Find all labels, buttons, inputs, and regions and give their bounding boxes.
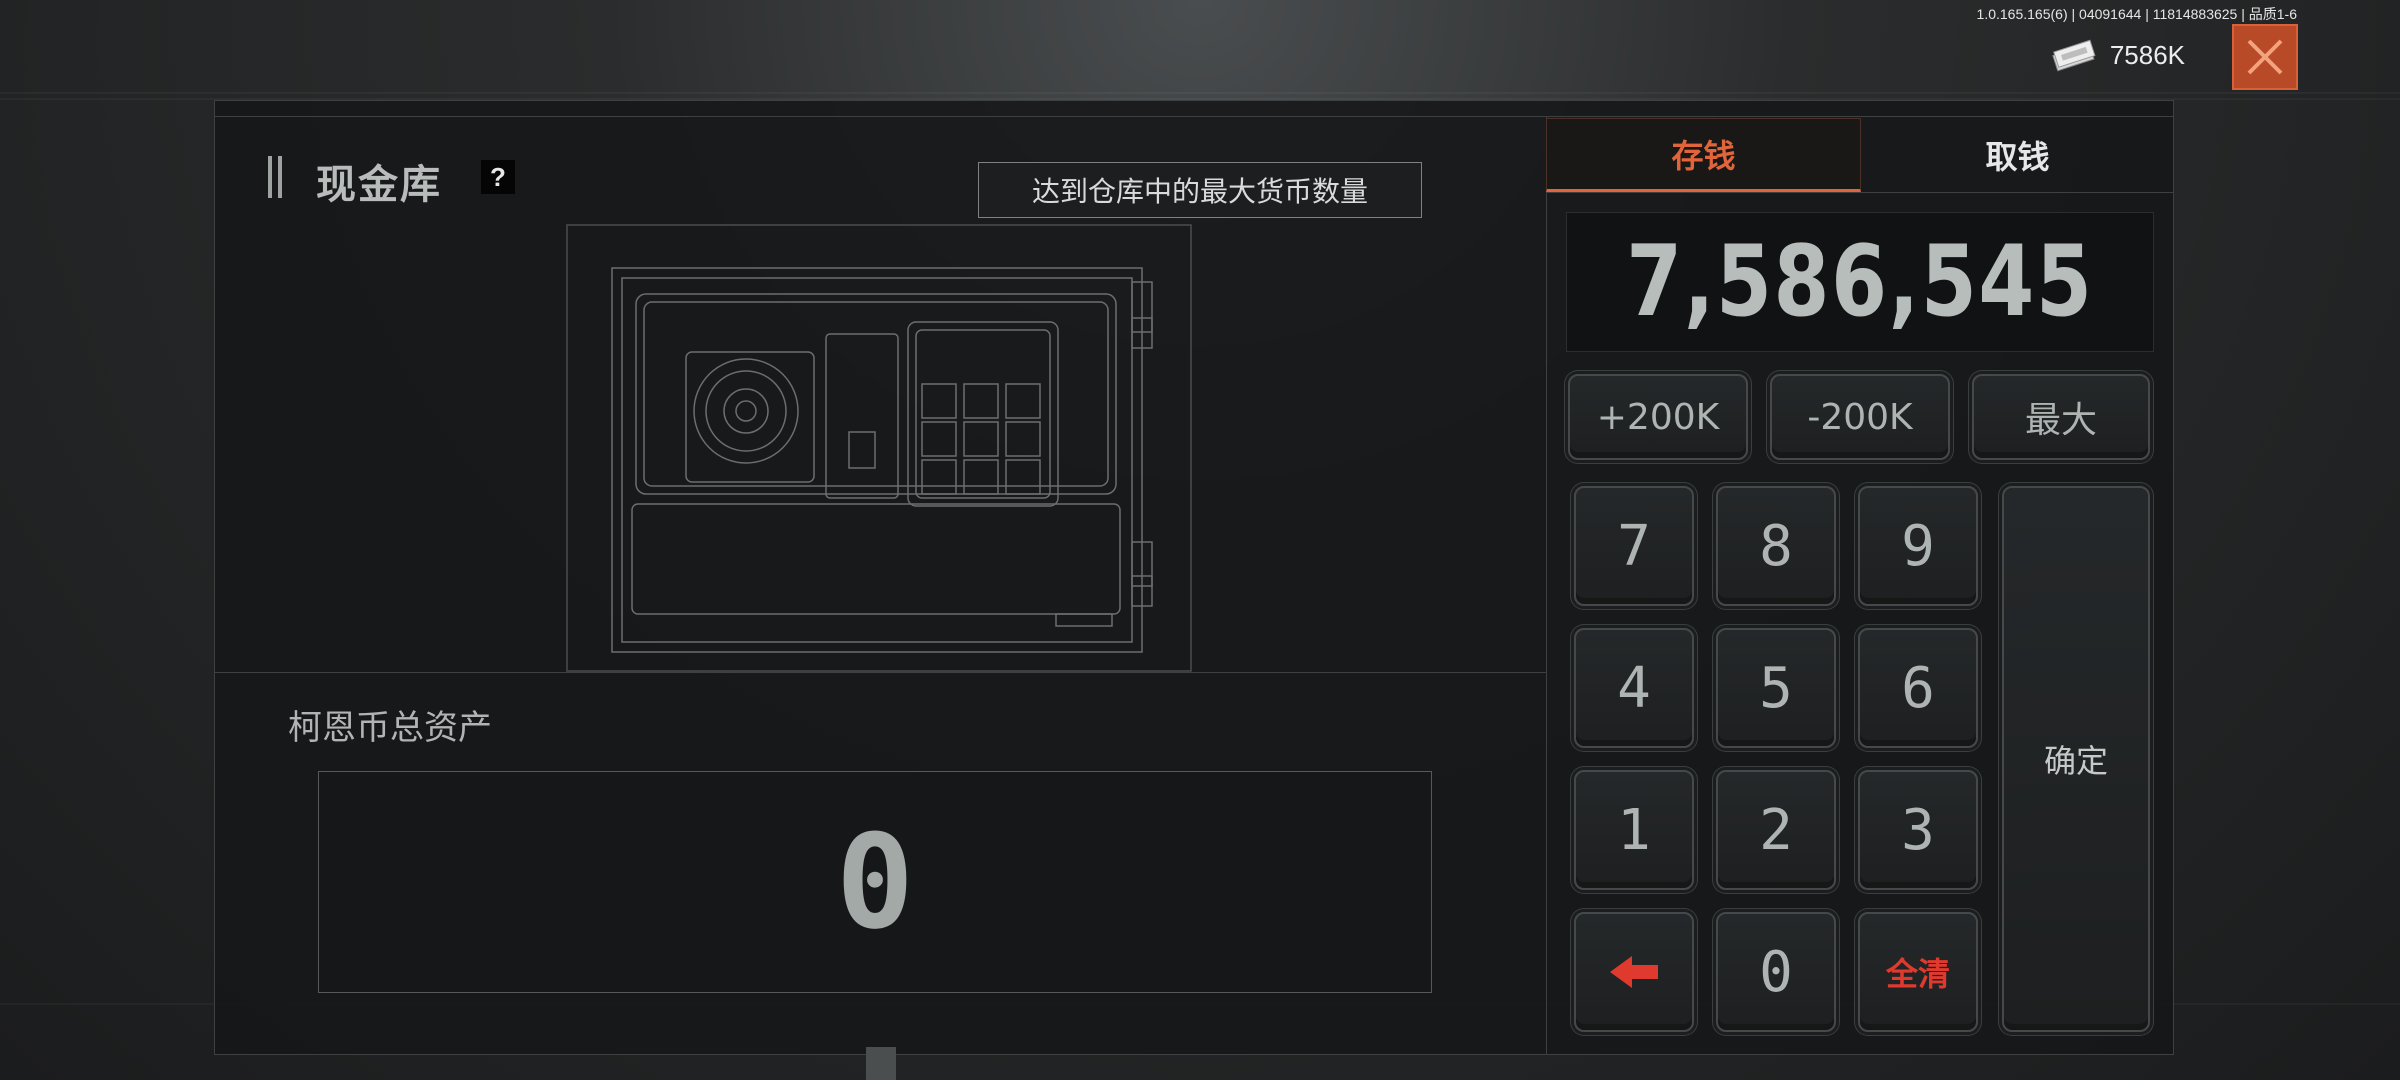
safe-illustration bbox=[566, 224, 1192, 672]
backspace-arrow-icon bbox=[1610, 956, 1658, 988]
confirm-button[interactable]: 确定 bbox=[2002, 486, 2150, 1032]
close-button[interactable] bbox=[2232, 24, 2298, 90]
backspace-button[interactable] bbox=[1574, 912, 1694, 1032]
clear-all-button[interactable]: 全清 bbox=[1858, 912, 1978, 1032]
total-assets-box: 0 bbox=[318, 771, 1432, 993]
key-9[interactable]: 9 bbox=[1858, 486, 1978, 606]
title-decoration bbox=[268, 156, 282, 198]
total-assets-value: 0 bbox=[835, 806, 915, 958]
total-assets-label: 柯恩币总资产 bbox=[288, 708, 492, 748]
key-0[interactable]: 0 bbox=[1716, 912, 1836, 1032]
max-button[interactable]: 最大 bbox=[1972, 374, 2150, 460]
version-info: 1.0.165.165(6) | 04091644 | 11814883625 … bbox=[1976, 6, 2297, 22]
amount-display: 7,586,545 bbox=[1566, 212, 2154, 352]
currency-display: 7586K bbox=[2051, 39, 2185, 71]
cash-stack-icon bbox=[2051, 39, 2096, 71]
key-5[interactable]: 5 bbox=[1716, 628, 1836, 748]
amount-value: 7,586,545 bbox=[1626, 225, 2094, 339]
tab-withdraw[interactable]: 取钱 bbox=[1861, 118, 2174, 192]
add-200k-button[interactable]: +200K bbox=[1568, 374, 1748, 460]
help-button[interactable]: ? bbox=[481, 160, 515, 194]
currency-amount: 7586K bbox=[2109, 40, 2185, 70]
key-1[interactable]: 1 bbox=[1574, 770, 1694, 890]
key-6[interactable]: 6 bbox=[1858, 628, 1978, 748]
deposit-withdraw-tabs: 存钱 取钱 bbox=[1546, 118, 2174, 192]
subtract-200k-button[interactable]: -200K bbox=[1770, 374, 1950, 460]
close-x-icon bbox=[2247, 39, 2283, 75]
key-8[interactable]: 8 bbox=[1716, 486, 1836, 606]
key-3[interactable]: 3 bbox=[1858, 770, 1978, 890]
key-7[interactable]: 7 bbox=[1574, 486, 1694, 606]
max-currency-notice: 达到仓库中的最大货币数量 bbox=[978, 162, 1422, 218]
tab-deposit[interactable]: 存钱 bbox=[1546, 118, 1861, 192]
page-title: 现金库 bbox=[316, 162, 442, 208]
scroll-handle[interactable] bbox=[866, 1047, 896, 1080]
key-4[interactable]: 4 bbox=[1574, 628, 1694, 748]
key-2[interactable]: 2 bbox=[1716, 770, 1836, 890]
